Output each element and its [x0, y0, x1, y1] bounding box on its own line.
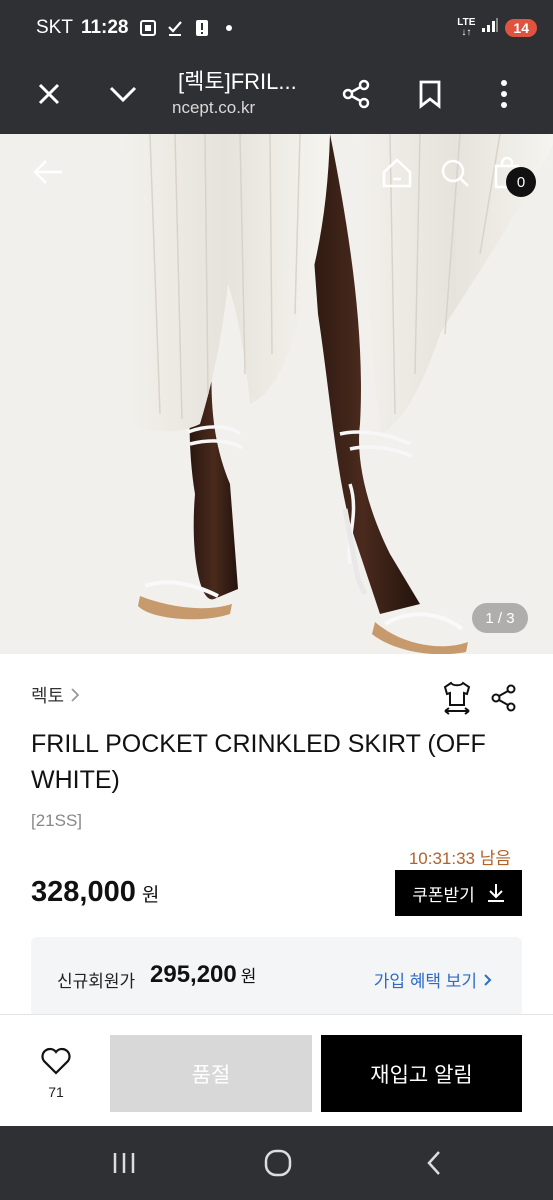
clock: 11:28 [80, 17, 129, 38]
product-image-carousel[interactable] [0, 134, 553, 654]
signup-benefits-link[interactable]: 가입 혜택 보기 [374, 967, 492, 992]
signal-icon [481, 17, 499, 39]
member-price-value: 295,200 [150, 961, 237, 988]
status-bar: SKT 11:28 LTE ↓↑ 14 [0, 0, 553, 56]
bookmark-icon [419, 80, 441, 109]
shirt-size-icon [443, 681, 471, 715]
arrow-left-icon [33, 160, 62, 184]
more-vertical-icon [501, 80, 507, 108]
browser-toolbar: [렉토]FRIL... ncept.co.kr [0, 56, 553, 134]
coupon-timer: 10:31:33 남음 [408, 849, 511, 868]
chevron-left-icon [427, 1151, 440, 1175]
download-done-icon [166, 19, 184, 37]
sold-out-button[interactable]: 품절 [110, 1035, 312, 1112]
dot-icon [220, 19, 238, 37]
recent-apps-button[interactable] [104, 1143, 144, 1183]
bookmark-button[interactable] [406, 70, 454, 118]
brand-name: 렉토 [31, 686, 65, 706]
url-text[interactable]: ncept.co.kr [172, 98, 255, 118]
screenshot-icon [139, 19, 157, 37]
cart-count-badge: 0 [506, 167, 536, 197]
more-menu-button[interactable] [480, 70, 528, 118]
price-currency: 원 [141, 885, 160, 906]
brand-link[interactable]: 렉토 [31, 682, 80, 708]
tab-title[interactable]: [렉토]FRIL... [178, 64, 297, 96]
heart-icon [41, 1047, 71, 1075]
coupon-download-button[interactable]: 쿠폰받기 [395, 870, 522, 916]
member-price-currency: 원 [240, 967, 257, 986]
share-product-button[interactable] [486, 680, 522, 716]
share-icon [342, 79, 370, 109]
home-nav-button[interactable] [258, 1143, 298, 1183]
share-page-button[interactable] [332, 70, 380, 118]
season-tag: [21SS] [31, 811, 83, 830]
new-member-price-box: 신규회원가 295,200 원 가입 혜택 보기 [31, 937, 522, 1017]
size-guide-button[interactable] [439, 680, 475, 716]
product-photo [0, 134, 553, 654]
lte-indicator: LTE ↓↑ [457, 17, 476, 38]
member-price: 295,200 원 [150, 961, 256, 989]
recent-apps-icon [113, 1153, 135, 1173]
carrier-name: SKT [36, 17, 73, 38]
chevron-right-icon [484, 973, 492, 986]
share-icon [491, 684, 516, 712]
close-tab-button[interactable] [25, 70, 73, 118]
price-value: 328,000 [31, 876, 136, 908]
search-button[interactable] [436, 154, 474, 192]
search-icon [441, 159, 469, 187]
download-icon [487, 884, 504, 902]
close-icon [38, 83, 60, 105]
product-title: FRILL POCKET CRINKLED SKIRT (OFF WHITE) [31, 730, 486, 794]
alert-icon [193, 19, 211, 37]
battery-indicator: 14 [505, 19, 537, 37]
coupon-label: 쿠폰받기 [412, 885, 475, 905]
system-navigation-bar [0, 1126, 553, 1200]
back-nav-button[interactable] [414, 1143, 454, 1183]
signup-benefits-label: 가입 혜택 보기 [373, 972, 477, 991]
chevron-right-icon [71, 688, 80, 702]
wishlist-button[interactable]: 71 [28, 1047, 84, 1100]
bottom-action-bar: 71 품절 재입고 알림 [0, 1014, 553, 1126]
home-button[interactable] [378, 154, 416, 192]
restock-alert-button[interactable]: 재입고 알림 [321, 1035, 522, 1112]
chevron-down-icon [109, 86, 137, 103]
image-pager: 1 / 3 [472, 603, 528, 633]
member-price-label: 신규회원가 [57, 972, 136, 991]
back-button[interactable] [28, 152, 68, 192]
home-icon [382, 158, 412, 188]
home-circle-icon [264, 1149, 292, 1177]
wishlist-count: 71 [48, 1084, 64, 1100]
product-price: 328,000 원 [31, 876, 159, 909]
collapse-button[interactable] [99, 70, 147, 118]
